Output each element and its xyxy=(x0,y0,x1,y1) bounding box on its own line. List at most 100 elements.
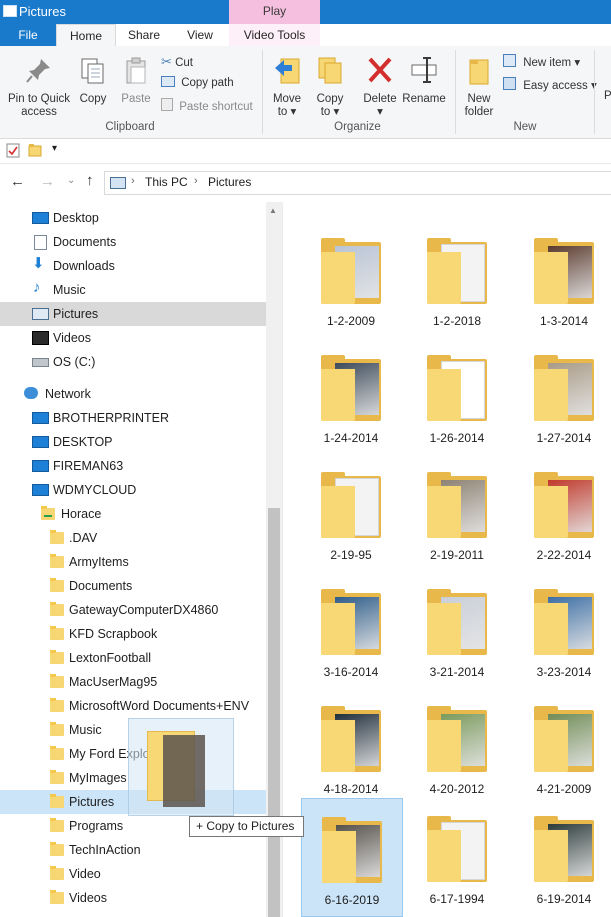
folder-tile[interactable]: 6-17-1994 xyxy=(407,798,507,915)
folder-icon xyxy=(427,369,461,421)
folder-icon xyxy=(322,831,356,883)
folder-tile[interactable]: 4-18-2014 xyxy=(301,688,401,805)
folder-tile[interactable]: 1-3-2014 xyxy=(514,220,611,337)
paste-shortcut-button[interactable]: Paste shortcut xyxy=(161,98,253,113)
properties-check-icon[interactable] xyxy=(6,143,20,158)
ribbon-separator xyxy=(594,50,595,134)
rename-button[interactable]: Rename xyxy=(402,54,446,106)
forward-arrow-icon[interactable]: → xyxy=(40,173,55,190)
new-folder-qat-icon[interactable] xyxy=(28,143,42,157)
nav-item-os-c[interactable]: OS (C:) xyxy=(0,350,266,374)
breadcrumb-pictures[interactable]: Pictures xyxy=(208,175,251,189)
folder-name: 4-20-2012 xyxy=(429,782,485,796)
nav-item-computer[interactable]: DESKTOP xyxy=(0,430,266,454)
folder-tile[interactable]: 1-2-2009 xyxy=(301,220,401,337)
folder-tile[interactable]: 3-16-2014 xyxy=(301,571,401,688)
rename-icon xyxy=(411,57,437,83)
nav-folder-label: TechInAction xyxy=(69,843,141,857)
easy-access-button[interactable]: Easy access ▾ xyxy=(503,77,597,92)
copy-to-tooltip: + Copy to Pictures xyxy=(189,816,304,837)
tab-share[interactable]: Share xyxy=(116,24,172,46)
nav-folder-label: LextonFootball xyxy=(69,651,152,665)
back-arrow-icon[interactable]: ← xyxy=(10,173,25,190)
folder-icon xyxy=(427,603,461,655)
nav-item-folder[interactable]: Documents xyxy=(0,574,266,598)
copy-to-button[interactable]: Copy to ▾ xyxy=(312,54,348,119)
nav-item-documents[interactable]: Documents xyxy=(0,230,266,254)
nav-item-folder[interactable]: TechInAction xyxy=(0,838,266,862)
tab-file[interactable]: File xyxy=(0,24,56,46)
paste-button[interactable]: Paste xyxy=(117,56,155,106)
ghost-photo xyxy=(163,735,205,807)
folder-tile[interactable]: 1-24-2014 xyxy=(301,337,401,454)
tab-video-tools[interactable]: Video Tools xyxy=(229,24,320,46)
pin-to-quick-access-button[interactable]: Pin to Quick access xyxy=(4,56,74,119)
properties-button-partial[interactable]: P xyxy=(604,90,611,102)
up-arrow-icon[interactable]: ↑ xyxy=(86,172,94,189)
nav-folder-label: MicrosoftWord Documents+ENV xyxy=(69,699,250,713)
folder-tile[interactable]: 1-2-2018 xyxy=(407,220,507,337)
nav-item-folder[interactable]: Video xyxy=(0,862,266,886)
breadcrumb-this-pc[interactable]: This PC xyxy=(145,175,188,189)
nav-item-network[interactable]: Network xyxy=(0,382,266,406)
nav-item-downloads[interactable]: ⬇ Downloads xyxy=(0,254,266,278)
paste-shortcut-icon xyxy=(161,98,173,111)
folder-name: 4-21-2009 xyxy=(536,782,592,796)
new-folder-button[interactable]: New folder xyxy=(460,56,498,119)
nav-item-folder[interactable]: GatewayComputerDX4860 xyxy=(0,598,266,622)
address-bar[interactable]: › This PC › Pictures xyxy=(104,171,611,195)
nav-item-desktop[interactable]: Desktop xyxy=(0,206,266,230)
nav-scrollbar-thumb[interactable] xyxy=(268,508,280,917)
scroll-up-icon[interactable]: ▲ xyxy=(269,206,277,215)
folder-tile[interactable]: 2-22-2014 xyxy=(514,454,611,571)
play-context-tab[interactable]: Play xyxy=(229,0,320,24)
recent-locations-chevron-icon[interactable]: ⌄ xyxy=(67,175,75,186)
nav-item-folder[interactable]: MacUserMag95 xyxy=(0,670,266,694)
delete-x-icon xyxy=(368,57,392,83)
folder-tile[interactable]: 4-20-2012 xyxy=(407,688,507,805)
folder-name: 3-21-2014 xyxy=(429,665,485,679)
nav-item-pictures[interactable]: Pictures xyxy=(0,302,266,326)
folder-name: 1-26-2014 xyxy=(429,431,485,445)
nav-item-folder[interactable]: LextonFootball xyxy=(0,646,266,670)
folder-name: 3-23-2014 xyxy=(536,665,592,679)
documents-icon xyxy=(34,235,47,250)
nav-item-folder[interactable]: .DAV xyxy=(0,526,266,550)
copy-to-tooltip-text: + Copy to Pictures xyxy=(196,819,295,833)
folder-tile[interactable]: 1-26-2014 xyxy=(407,337,507,454)
nav-item-folder[interactable]: KFD Scrapbook xyxy=(0,622,266,646)
move-to-label-2: to ▾ xyxy=(277,106,297,118)
nav-scrollbar[interactable]: ▲ xyxy=(266,202,282,917)
title-bar[interactable]: Pictures Play xyxy=(0,0,611,24)
nav-item-computer[interactable]: WDMYCLOUD xyxy=(0,478,266,502)
nav-item-share[interactable]: Horace xyxy=(0,502,266,526)
nav-item-videos[interactable]: Videos xyxy=(0,326,266,350)
nav-item-music[interactable]: ♪ Music xyxy=(0,278,266,302)
move-to-icon xyxy=(275,58,300,84)
move-to-button[interactable]: Move to ▾ xyxy=(268,54,306,119)
breadcrumb-chevron-icon: › xyxy=(131,175,135,187)
folder-tile[interactable]: 6-16-2019 xyxy=(301,798,403,917)
folder-tile[interactable]: 3-23-2014 xyxy=(514,571,611,688)
copy-path-button[interactable]: Copy path xyxy=(161,76,234,89)
new-item-button[interactable]: New item ▾ xyxy=(503,54,580,69)
tab-view[interactable]: View xyxy=(172,24,228,46)
nav-item-folder[interactable]: ArmyItems xyxy=(0,550,266,574)
cut-button[interactable]: ✂ Cut xyxy=(161,54,193,70)
folder-tile[interactable]: 6-19-2014 xyxy=(514,798,611,915)
nav-item-computer[interactable]: FIREMAN63 xyxy=(0,454,266,478)
folder-tile[interactable]: 3-21-2014 xyxy=(407,571,507,688)
tab-home[interactable]: Home xyxy=(56,24,116,48)
customize-qat-icon[interactable]: ▾ xyxy=(52,143,57,154)
nav-item-folder[interactable]: MicrosoftWord Documents+ENV xyxy=(0,694,266,718)
folder-tile[interactable]: 2-19-95 xyxy=(301,454,401,571)
folder-icon xyxy=(50,674,64,688)
folder-tile[interactable]: 2-19-2011 xyxy=(407,454,507,571)
folder-tile[interactable]: 4-21-2009 xyxy=(514,688,611,805)
nav-item-computer[interactable]: BROTHERPRINTER xyxy=(0,406,266,430)
delete-button[interactable]: Delete ▾ xyxy=(360,54,400,119)
nav-item-folder[interactable]: Videos xyxy=(0,886,266,910)
copy-button[interactable]: Copy xyxy=(75,56,111,106)
new-folder-label-1: New xyxy=(467,93,491,105)
folder-tile[interactable]: 1-27-2014 xyxy=(514,337,611,454)
